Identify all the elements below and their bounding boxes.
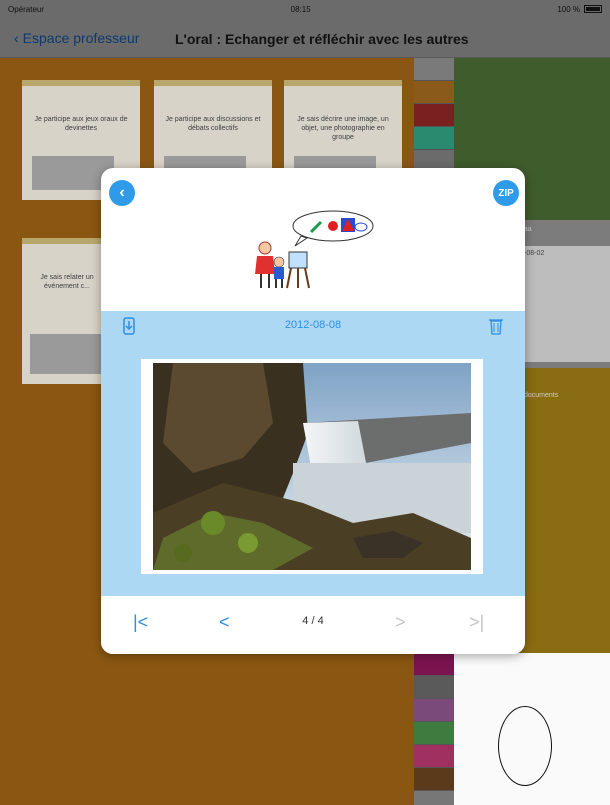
palette-swatch[interactable]: [414, 676, 454, 699]
back-label: Espace professeur: [22, 30, 140, 46]
pencil-icon[interactable]: [414, 104, 454, 127]
skill-card-text: Je sais relater un événement c...: [40, 274, 94, 290]
skill-card-text: Je participe aux discussions et débats c…: [165, 116, 261, 132]
back-to-teacher-space-button[interactable]: ‹ Espace professeur: [14, 30, 139, 46]
trash-icon[interactable]: [489, 317, 503, 338]
battery-icon: [584, 5, 602, 13]
last-page-button[interactable]: >|: [469, 612, 484, 633]
carrier-label: Opérateur: [8, 4, 45, 14]
back-chevron-icon[interactable]: ‹: [109, 180, 135, 206]
people-icon[interactable]: [414, 58, 454, 81]
document-date-label: 2012-08-08: [284, 319, 342, 331]
skill-card-text: Je sais décrire une image, un objet, une…: [297, 116, 389, 141]
next-page-button[interactable]: >: [395, 612, 406, 633]
pager: |< < 4 / 4 > >|: [101, 596, 525, 654]
brush-icon[interactable]: [414, 127, 454, 150]
page-counter: 4 / 4: [302, 615, 324, 627]
drawn-ellipse: [498, 706, 552, 786]
skill-card-text: Je participe aux jeux oraux de devinette…: [34, 116, 128, 132]
battery-label: 100 %: [557, 4, 580, 14]
battery-indicator: 100 %: [557, 5, 602, 14]
skill-card[interactable]: Je sais relater un événement c...: [22, 238, 112, 384]
document-date: -08-02: [524, 250, 545, 257]
palette-swatch[interactable]: [414, 699, 454, 722]
zip-button[interactable]: ZIP: [493, 180, 519, 206]
ear-icon[interactable]: [414, 81, 454, 104]
chevron-left-icon: ‹: [14, 30, 19, 46]
documents-label: documents: [524, 392, 559, 399]
status-bar: Opérateur 08:15 100 %: [0, 0, 610, 18]
document-viewer-modal: ‹ ZIP 2012-08-08 |< < 4 / 4 > >|: [101, 168, 525, 654]
waterfall-photo[interactable]: [153, 363, 471, 570]
palette-swatch[interactable]: [414, 722, 454, 745]
clock-label: 08:15: [290, 4, 311, 14]
navigation-bar: ‹ Espace professeur L'oral : Echanger et…: [0, 18, 610, 58]
photo-frame: [141, 359, 483, 574]
palette-swatch[interactable]: [414, 768, 454, 791]
palette-swatch[interactable]: [414, 653, 454, 676]
palette-swatch[interactable]: [414, 745, 454, 768]
skill-card-thumbnail: [30, 334, 102, 374]
page-title: L'oral : Echanger et réfléchir avec les …: [175, 31, 469, 47]
describe-image-illustration: [255, 210, 374, 289]
photo-panel: 2012-08-08: [101, 311, 525, 596]
